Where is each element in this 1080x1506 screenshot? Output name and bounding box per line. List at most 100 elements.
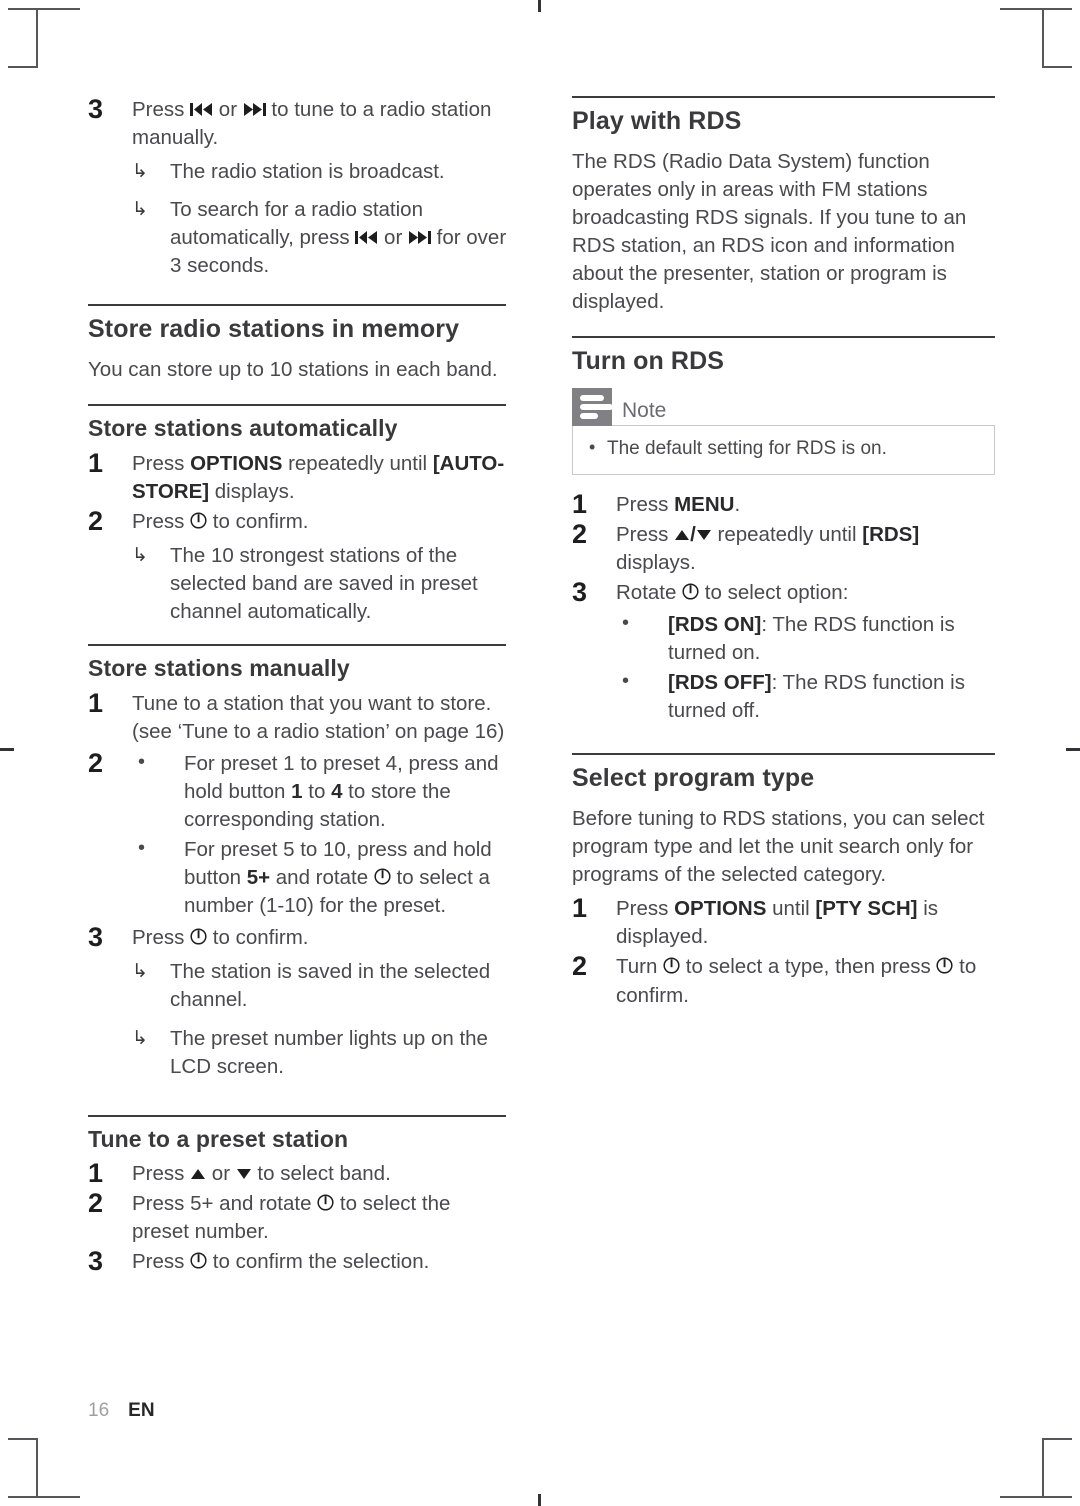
step-text-part: to confirm the selection. <box>207 1250 430 1274</box>
result-list: ↳ The station is saved in the selected c… <box>132 958 511 1080</box>
skip-backward-icon <box>190 102 213 117</box>
store-memory-intro: You can store up to 10 stations in each … <box>88 358 498 382</box>
page-title-store-memory: Store radio stations in memory <box>88 315 460 344</box>
select-program-type-body: Before tuning to RDS stations, you can s… <box>572 807 985 887</box>
left-column: 3 Press or to tune to a radio station ma… <box>88 94 511 1278</box>
step-text-part: or <box>206 1162 236 1186</box>
display-label-rds-off: [RDS OFF] <box>668 671 772 695</box>
registration-tick-bottom <box>538 1494 541 1506</box>
power-standby-icon <box>374 868 391 885</box>
result-text: The 10 strongest stations of the selecte… <box>170 543 478 624</box>
step-item: 2 Turn to select a type, then press to c… <box>572 951 995 1009</box>
note-icon-bar <box>580 403 613 410</box>
step-number: 2 <box>88 505 104 536</box>
result-text-part: or <box>378 226 408 250</box>
navigate-down-icon <box>236 1167 252 1181</box>
bullet-text: For preset 5 to 10, press and hold butto… <box>184 838 492 917</box>
page-language: EN <box>128 1400 155 1421</box>
rds-option-list: • [RDS ON]: The RDS function is turned o… <box>616 611 995 725</box>
note-icon-bar <box>580 394 604 401</box>
note-list-item: • The default setting for RDS is on. <box>587 437 980 462</box>
section-divider <box>88 644 506 647</box>
result-item: ↳ The preset number lights up on the LCD… <box>132 1025 511 1081</box>
result-arrow-icon: ↳ <box>132 961 148 983</box>
crop-mark-bottom-right-v <box>1042 1438 1044 1498</box>
step-number: 2 <box>572 518 588 549</box>
note-icon <box>572 387 613 426</box>
step-item: 2 Press / repeatedly until [RDS] display… <box>572 518 995 577</box>
result-item: ↳ The 10 strongest stations of the selec… <box>132 542 511 626</box>
button-label-4: 4 <box>331 779 343 803</box>
result-list: ↳ The radio station is broadcast. ↳ To s… <box>132 158 511 280</box>
step-number: 2 <box>88 1188 104 1219</box>
step-item: 1 Tune to a station that you want to sto… <box>88 687 511 746</box>
display-label-pty-sch: [PTY SCH] <box>815 897 918 921</box>
button-label-1: 1 <box>291 779 303 803</box>
tune-preset-steps: 1 Press or to select band. 2 Press 5+ an… <box>88 1158 511 1277</box>
step-text: Press OPTIONS repeatedly until [AUTO-STO… <box>132 450 511 506</box>
step-item: 2 Press 5+ and rotate to select the pres… <box>88 1188 511 1246</box>
step-number: 1 <box>88 687 104 718</box>
step-item: 3 Press or to tune to a radio station ma… <box>88 94 511 280</box>
step-number: 1 <box>572 488 588 519</box>
crop-mark-top-left-h2 <box>8 66 38 68</box>
step-text-part: Press 5+ and rotate <box>132 1192 318 1216</box>
step-item: 2 Press to confirm. ↳ The 10 strongest s… <box>88 505 511 626</box>
step-text-part: Press <box>132 451 191 475</box>
section-divider <box>88 1114 506 1117</box>
step-text: Turn to select a type, then press to con… <box>616 953 995 1009</box>
note-list: • The default setting for RDS is on. <box>587 437 980 462</box>
tune-radio-steps-continued: 3 Press or to tune to a radio station ma… <box>88 94 511 280</box>
step-text-part: to confirm. <box>207 926 309 950</box>
power-standby-icon <box>190 928 207 945</box>
note-body: • The default setting for RDS is on. <box>572 424 995 475</box>
step-number: 2 <box>88 747 104 778</box>
bullet-text: For preset 1 to preset 4, press and hold… <box>184 752 499 831</box>
step-number: 2 <box>572 951 588 982</box>
bullet-text: [RDS ON]: The RDS function is turned on. <box>668 613 955 664</box>
step-text-part: to confirm. <box>207 509 309 533</box>
bullet-icon: • <box>138 750 146 773</box>
section-divider <box>572 336 995 339</box>
bullet-text: [RDS OFF]: The RDS function is turned of… <box>668 671 965 722</box>
step-text: Rotate to select option: <box>616 579 995 607</box>
step-text-part: Turn <box>616 955 664 979</box>
bullet-item: • For preset 5 to 10, press and hold but… <box>132 836 511 920</box>
bullet-icon: • <box>589 436 596 457</box>
navigate-up-icon <box>674 528 690 542</box>
section-divider <box>88 304 506 307</box>
step-text-part: to select band. <box>251 1162 391 1186</box>
button-label-options: OPTIONS <box>190 451 283 475</box>
subsection-title-tune-preset: Tune to a preset station <box>88 1125 349 1152</box>
result-arrow-icon: ↳ <box>132 199 148 221</box>
result-text: The preset number lights up on the LCD s… <box>170 1026 488 1078</box>
result-text: The radio station is broadcast. <box>170 160 445 184</box>
crop-mark-bottom-left-h2 <box>8 1438 38 1440</box>
display-label-rds: [RDS] <box>862 522 920 546</box>
step-text: Press or to tune to a radio station manu… <box>132 96 511 152</box>
bullet-icon: • <box>138 837 146 860</box>
crop-mark-top-right-v <box>1042 8 1044 68</box>
subsection-title-store-auto: Store stations automatically <box>88 415 398 442</box>
crop-mark-bottom-left-v <box>36 1438 38 1498</box>
step-text-part: Press <box>132 509 191 533</box>
section-divider <box>88 404 506 407</box>
bullet-item: • For preset 1 to preset 4, press and ho… <box>132 750 511 834</box>
bullet-text-part: to <box>302 779 332 803</box>
crop-mark-bottom-left <box>8 1496 80 1498</box>
step-text: Press / repeatedly until [RDS] displays. <box>616 521 995 577</box>
store-manual-steps: 1 Tune to a station that you want to sto… <box>88 687 511 1081</box>
step-number: 3 <box>88 1246 104 1277</box>
crop-mark-top-left-v <box>36 8 38 68</box>
power-standby-icon <box>682 583 699 600</box>
step-item: 3 Press to confirm the selection. <box>88 1246 511 1277</box>
page-title-select-program-type: Select program type <box>572 764 815 793</box>
step-text-part: repeatedly until <box>711 522 863 546</box>
step-item: 3 Rotate to select option: • [RDS ON]: T… <box>572 577 995 725</box>
step-text: Press 5+ and rotate to select the preset… <box>132 1190 511 1246</box>
step-item: 2 • For preset 1 to preset 4, press and … <box>88 747 511 920</box>
page-number: 16 <box>88 1400 110 1421</box>
step-item: 3 Press to confirm. ↳ The station is sav… <box>88 922 511 1080</box>
step-text: Press to confirm the selection. <box>132 1248 511 1276</box>
navigate-up-icon <box>190 1167 206 1181</box>
